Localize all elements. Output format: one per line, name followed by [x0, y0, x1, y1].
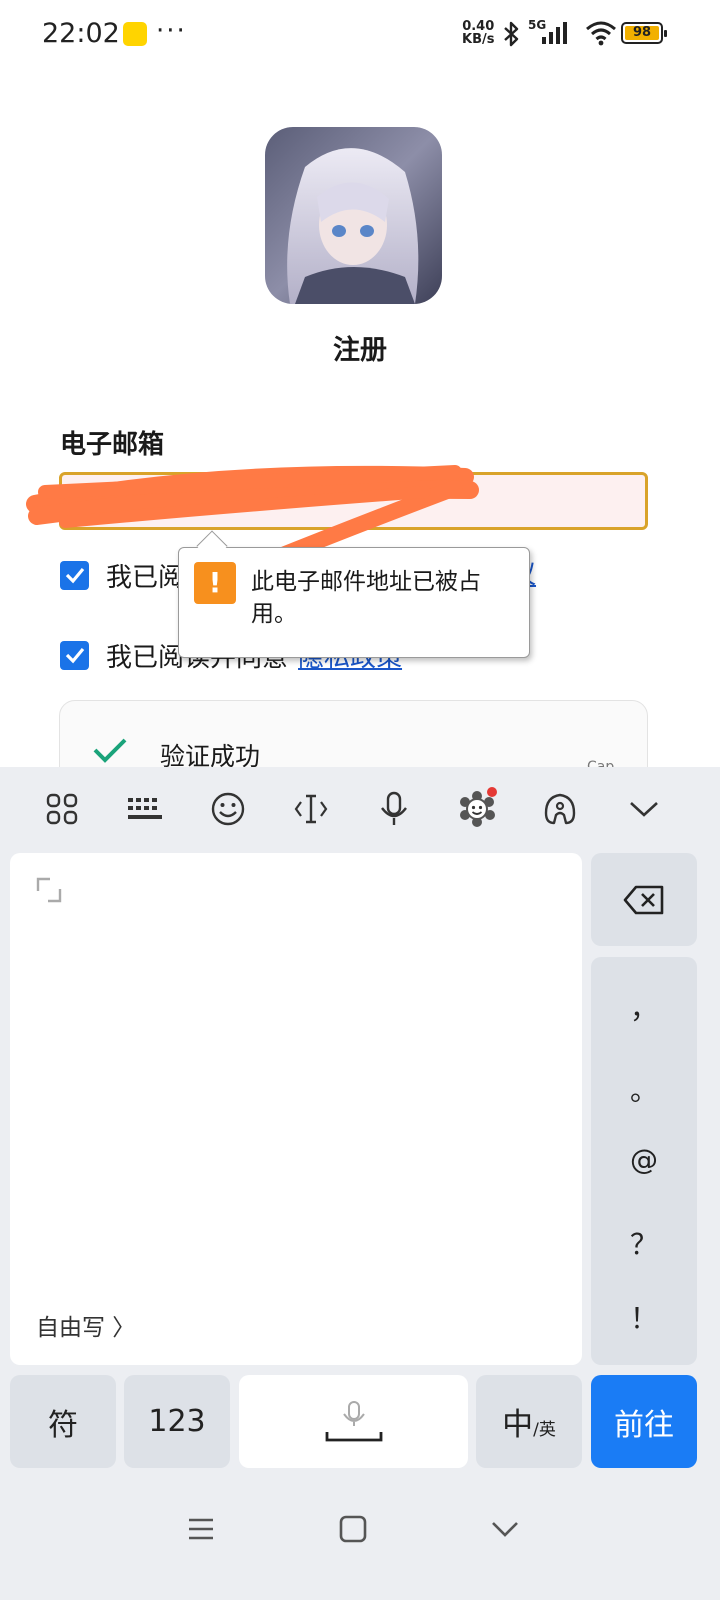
punctuation-column: ， 。 @ ？ ！ — [591, 957, 697, 1365]
exclamation-key[interactable]: ！ — [591, 1297, 697, 1337]
avatar-illustration — [265, 127, 442, 304]
symbol-key[interactable]: 符 — [10, 1375, 116, 1468]
keyboard-toolbar — [0, 767, 720, 851]
microphone-icon[interactable] — [372, 787, 416, 831]
numbers-key[interactable]: 123 — [124, 1375, 230, 1468]
check-icon — [65, 567, 84, 584]
menu-icon[interactable] — [176, 1504, 226, 1554]
battery-level: 98 — [625, 26, 659, 40]
app-icon — [123, 22, 147, 46]
period-key[interactable]: 。 — [591, 1069, 697, 1109]
backspace-key[interactable] — [591, 853, 697, 946]
voice-space-icon — [325, 1400, 382, 1441]
expand-corner-icon[interactable] — [36, 877, 62, 903]
network-speed: 0.40 KB/s — [462, 20, 494, 46]
comma-key[interactable]: ， — [591, 987, 697, 1027]
check-icon — [65, 647, 84, 664]
grid-icon[interactable] — [40, 787, 84, 831]
success-check-icon — [93, 738, 127, 763]
notification-dot — [487, 787, 497, 797]
terms-agreement-row[interactable]: 我已阅 — [60, 557, 184, 593]
skin-icon[interactable] — [455, 787, 499, 831]
privacy-checkbox[interactable] — [60, 640, 89, 670]
wifi-icon — [586, 21, 616, 46]
signal-icon — [542, 22, 567, 44]
language-sub-label: /英 — [533, 1420, 556, 1440]
backspace-icon — [623, 885, 664, 914]
battery-icon: 98 — [621, 22, 667, 44]
question-key[interactable]: ？ — [591, 1223, 697, 1263]
space-key[interactable] — [239, 1375, 468, 1468]
app-avatar — [265, 127, 442, 304]
language-switch-key[interactable]: 中/英 — [476, 1375, 582, 1468]
email-field[interactable] — [59, 472, 648, 530]
emoji-icon[interactable] — [206, 787, 250, 831]
back-icon[interactable] — [480, 1504, 530, 1554]
status-bar: 22:02 ··· 0.40 KB/s 5G 98 — [0, 0, 720, 70]
email-label: 电子邮箱 — [60, 430, 165, 460]
validation-tooltip: ! 此电子邮件地址已被占用。 — [178, 530, 530, 658]
soft-keyboard: 自由写 〉 ， 。 @ ？ ！ 符 123 中/英 前往 — [0, 767, 720, 1600]
network-speed-unit: KB/s — [462, 32, 495, 47]
navigation-bar — [0, 1479, 720, 1600]
tooltip-message: 此电子邮件地址已被占用。 — [251, 569, 481, 627]
status-time: 22:02 — [42, 18, 120, 49]
collapse-icon[interactable] — [622, 787, 666, 831]
bluetooth-icon — [504, 21, 519, 47]
warning-icon: ! — [194, 562, 236, 604]
go-button[interactable]: 前往 — [591, 1375, 697, 1468]
at-key[interactable]: @ — [591, 1143, 697, 1176]
home-icon[interactable] — [328, 1504, 378, 1554]
handwriting-pad[interactable]: 自由写 〉 — [10, 853, 582, 1365]
keyboard-icon[interactable] — [123, 787, 167, 831]
free-write-button[interactable]: 自由写 〉 — [36, 1308, 135, 1342]
more-notifications: ··· — [156, 16, 187, 46]
terms-checkbox[interactable] — [60, 560, 89, 590]
text-cursor-icon[interactable] — [289, 787, 333, 831]
ai-assistant-icon[interactable] — [538, 787, 582, 831]
language-main-label: 中 — [502, 1407, 534, 1443]
page-title: 注册 — [333, 335, 387, 366]
terms-label: 我已阅 — [106, 562, 185, 593]
